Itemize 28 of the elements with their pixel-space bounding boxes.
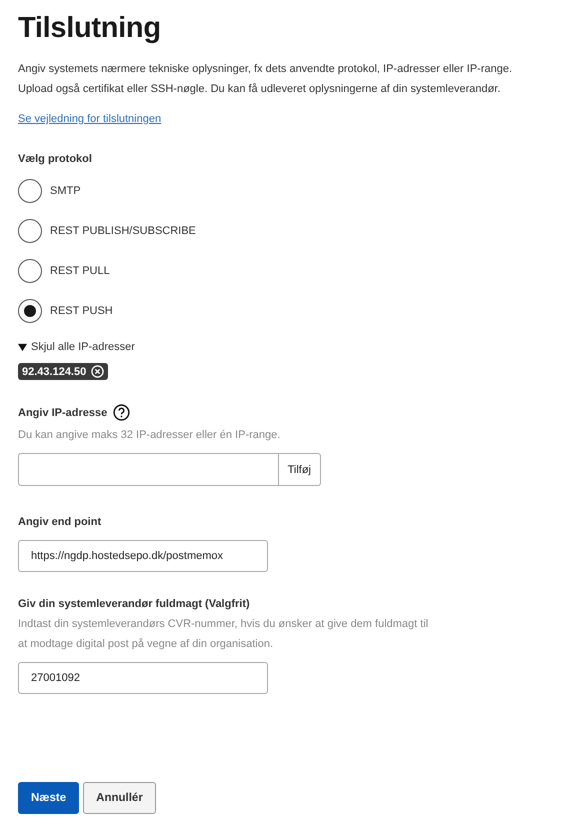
radio-button[interactable]	[18, 179, 42, 203]
radio-label: REST PULL	[50, 265, 110, 277]
ip-input-field[interactable]	[18, 453, 279, 486]
field-label: Giv din systemleverandør fuldmagt (Valgfrit)	[18, 598, 250, 610]
help-icon[interactable]	[113, 404, 130, 421]
radio-label: REST PUBLISH/SUBSCRIBE	[50, 225, 196, 237]
field-label: Angiv end point	[18, 516, 102, 528]
close-icon[interactable]	[91, 365, 104, 378]
radio-button[interactable]	[18, 219, 42, 243]
cvr-input-field[interactable]: 27001092	[18, 662, 268, 694]
endpoint-input-field[interactable]: https://ngdp.hostedsepo.dk/postmemox	[18, 540, 268, 572]
intro-text: Angiv systemets nærmere tekniske oplysninger, fx dets anvendte protokol, IP-adresser eller IP-range. Upload også certifikat eller SSH-nøgle. Du kan få udleveret oplysningerne af din systemleverandør.	[18, 62, 514, 97]
field-hint: Du kan angive maks 32 IP-adresser eller én IP-range.	[18, 428, 282, 443]
next-button[interactable]: Næste	[18, 782, 80, 814]
protocol-label: Vælg protokol	[18, 153, 92, 165]
field-label: Angiv IP-adresse	[18, 406, 108, 418]
radio-label: REST PUSH	[50, 305, 113, 317]
radio-button[interactable]	[18, 299, 42, 323]
triangle-icon	[18, 342, 27, 352]
ip-toggle[interactable]: Skjul alle IP-adresser	[18, 341, 135, 353]
field-hint: Indtast din systemleverandørs CVR-nummer, hvis du ønsker at give dem fuldmagt til at modtage digital post på vegne af din organisation.	[18, 617, 430, 652]
guide-link[interactable]: Se vejledning for tilslutningen	[18, 113, 162, 125]
cancel-button[interactable]: Annullér	[83, 782, 156, 814]
add-button[interactable]: Tilføj	[278, 453, 321, 486]
page-title: Tilslutning	[18, 12, 162, 45]
radio-label: SMTP	[50, 185, 81, 197]
ip-chip: 92.43.124.50	[18, 363, 108, 380]
radio-button[interactable]	[18, 259, 42, 283]
